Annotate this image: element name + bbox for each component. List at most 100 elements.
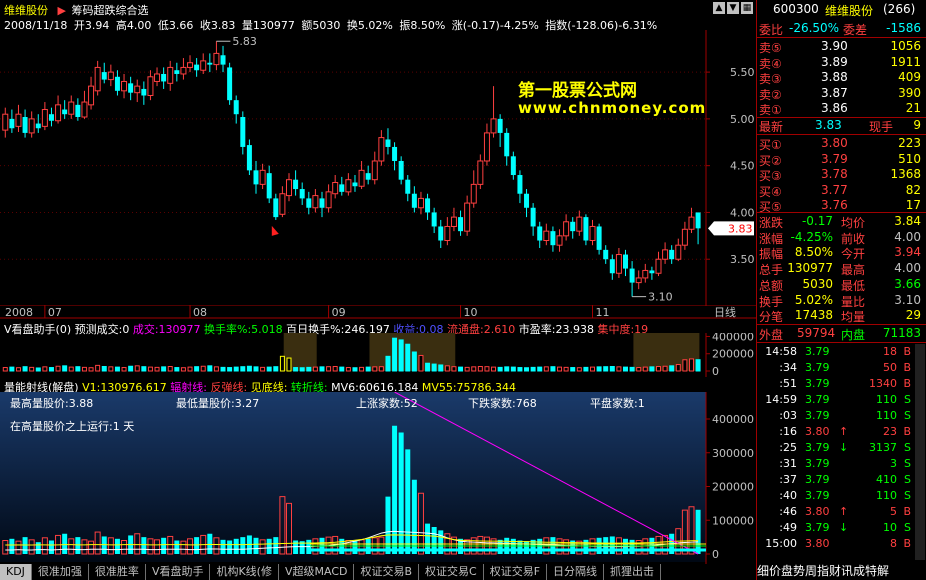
stat-value: 29	[905, 308, 921, 323]
volume-bar	[392, 337, 398, 372]
tick-price: 3.79	[805, 377, 830, 390]
indicator-tab[interactable]: 日分隔线	[547, 564, 605, 580]
indicator-note: 在高量股价之上运行:1 天	[10, 420, 135, 433]
volume-chart[interactable]: 400000 200000 0	[0, 333, 756, 377]
volume-bar	[332, 366, 338, 372]
volume-bar	[293, 367, 299, 372]
tick-price: 3.79	[805, 489, 830, 502]
stat-value: 17438	[794, 308, 833, 323]
volume-bar	[101, 366, 107, 372]
volume-bar	[260, 366, 266, 372]
stat-label: 均价	[841, 216, 866, 230]
volume-axis-label: 0	[712, 365, 719, 377]
volume-bar	[42, 366, 48, 372]
indicator-tab[interactable]: 权证交易B	[354, 564, 420, 580]
indicator-tab[interactable]: 很准胜率	[89, 564, 146, 580]
tick-time: :49	[779, 521, 797, 534]
sell-volume: 21	[905, 101, 921, 115]
candlestick	[81, 90, 88, 119]
quote-bottom-tabs[interactable]: 细价盘势周指财讯成特解	[757, 562, 926, 580]
quote-scroll-down-icon[interactable]: ▼	[727, 2, 739, 14]
stat-row: 总额 5030 最低 3.66	[757, 277, 926, 293]
candlestick	[48, 107, 54, 127]
indicator-tab[interactable]: V看盘助手	[146, 564, 211, 580]
candlestick	[537, 221, 543, 248]
indicator-bar	[293, 540, 299, 554]
tick-row: :03 3.79 110 S	[757, 409, 926, 424]
tick-row: :25 3.79 ↓ 3137 S	[757, 441, 926, 456]
quote-scroll-up-icon[interactable]: ▲	[713, 2, 725, 14]
tick-volume: 18	[883, 345, 897, 358]
tick-scrollbar[interactable]	[915, 344, 925, 560]
tick-volume: 410	[876, 473, 897, 486]
volume-bar	[537, 366, 543, 372]
indicator-tab[interactable]: V超级MACD	[279, 564, 355, 580]
indicator-tab[interactable]: 抓狸出击	[604, 564, 662, 580]
stat-label: 最高	[841, 263, 866, 278]
indicator-tab[interactable]: 权证交易F	[484, 564, 548, 580]
indicator-tab[interactable]: KDJ	[0, 564, 32, 580]
volume-bar	[491, 366, 497, 372]
stat-label: 总手	[759, 263, 784, 278]
indicator-tab[interactable]: 很准加强	[32, 564, 89, 580]
tick-row: :31 3.79 3 S	[757, 457, 926, 472]
candlestick	[147, 70, 154, 101]
buy-row: 买④ 3.77 82	[757, 183, 926, 199]
candlestick	[642, 263, 649, 283]
indicator-stat: 最低量股价:3.27	[176, 397, 260, 410]
candlestick	[62, 100, 68, 119]
sell-row: 卖④ 3.89 1911	[757, 55, 926, 71]
volume-bar	[266, 366, 272, 372]
candlestick	[576, 210, 583, 236]
indicator-tab[interactable]: 机构K线(修	[210, 564, 279, 580]
xianshou-label: 现手	[869, 120, 894, 134]
indicator-bar	[207, 533, 213, 554]
indicator-tab[interactable]: 权证交易C	[419, 564, 484, 580]
quote-grid-icon[interactable]: ▦	[741, 2, 753, 14]
volume-bar	[339, 366, 345, 372]
chart-area[interactable]: 维维股份 ▶ 筹码超跌综合选 2008/11/18 开3.94 高4.00 低3…	[0, 0, 756, 580]
candlestick	[266, 165, 272, 204]
stat-label: 前收	[841, 231, 866, 246]
tick-volume: 3	[890, 457, 897, 470]
signal-arrow-icon	[271, 225, 279, 236]
stat-label: 振幅	[759, 247, 784, 262]
volume-bar	[240, 366, 246, 372]
candlestick	[635, 270, 642, 290]
buy-price: 3.77	[821, 182, 848, 197]
formula-name[interactable]: 筹码超跌综合选	[71, 4, 148, 17]
volume-bar	[642, 366, 648, 372]
candlestick	[180, 58, 187, 80]
candlestick	[167, 60, 174, 91]
sell-row: 卖① 3.86 21	[757, 101, 926, 117]
volume-bar	[543, 366, 549, 372]
volume-bar	[75, 366, 81, 372]
sell-row: 卖③ 3.88 409	[757, 70, 926, 86]
candlestick	[88, 76, 95, 110]
sell-label: 卖①	[759, 103, 782, 117]
candlestick	[596, 223, 602, 255]
tick-row: :37 3.79 410 S	[757, 473, 926, 488]
tick-time: 14:58	[765, 345, 797, 358]
stat-row: 换手 5.02% 量比 3.10	[757, 293, 926, 309]
volume-bar	[497, 366, 503, 372]
buy-volume: 1368	[890, 167, 921, 181]
stat-value: -4.25%	[790, 229, 833, 244]
tick-row: :46 3.80 ↑ 5 B	[757, 505, 926, 520]
down-arrow-icon: ↓	[839, 521, 849, 534]
candlestick	[378, 130, 385, 166]
price-chart[interactable]: 5.50 5.00 4.50 4.00 3.50 5.83 3.10 3.83	[0, 30, 756, 306]
sell-volume: 1056	[890, 39, 921, 53]
candlestick	[695, 212, 701, 245]
candlestick	[154, 67, 161, 87]
volume-bar	[444, 365, 450, 372]
volume-bar	[108, 366, 114, 372]
candlestick	[2, 107, 9, 138]
sell-label: 卖③	[759, 72, 782, 86]
candlestick	[279, 186, 286, 218]
volume-bar	[200, 365, 206, 372]
volume-bar	[15, 367, 21, 372]
candlestick	[450, 207, 457, 232]
indicator-axis-label: 100000	[712, 514, 754, 527]
tick-row: 15:00 3.80 8 B	[757, 537, 926, 552]
